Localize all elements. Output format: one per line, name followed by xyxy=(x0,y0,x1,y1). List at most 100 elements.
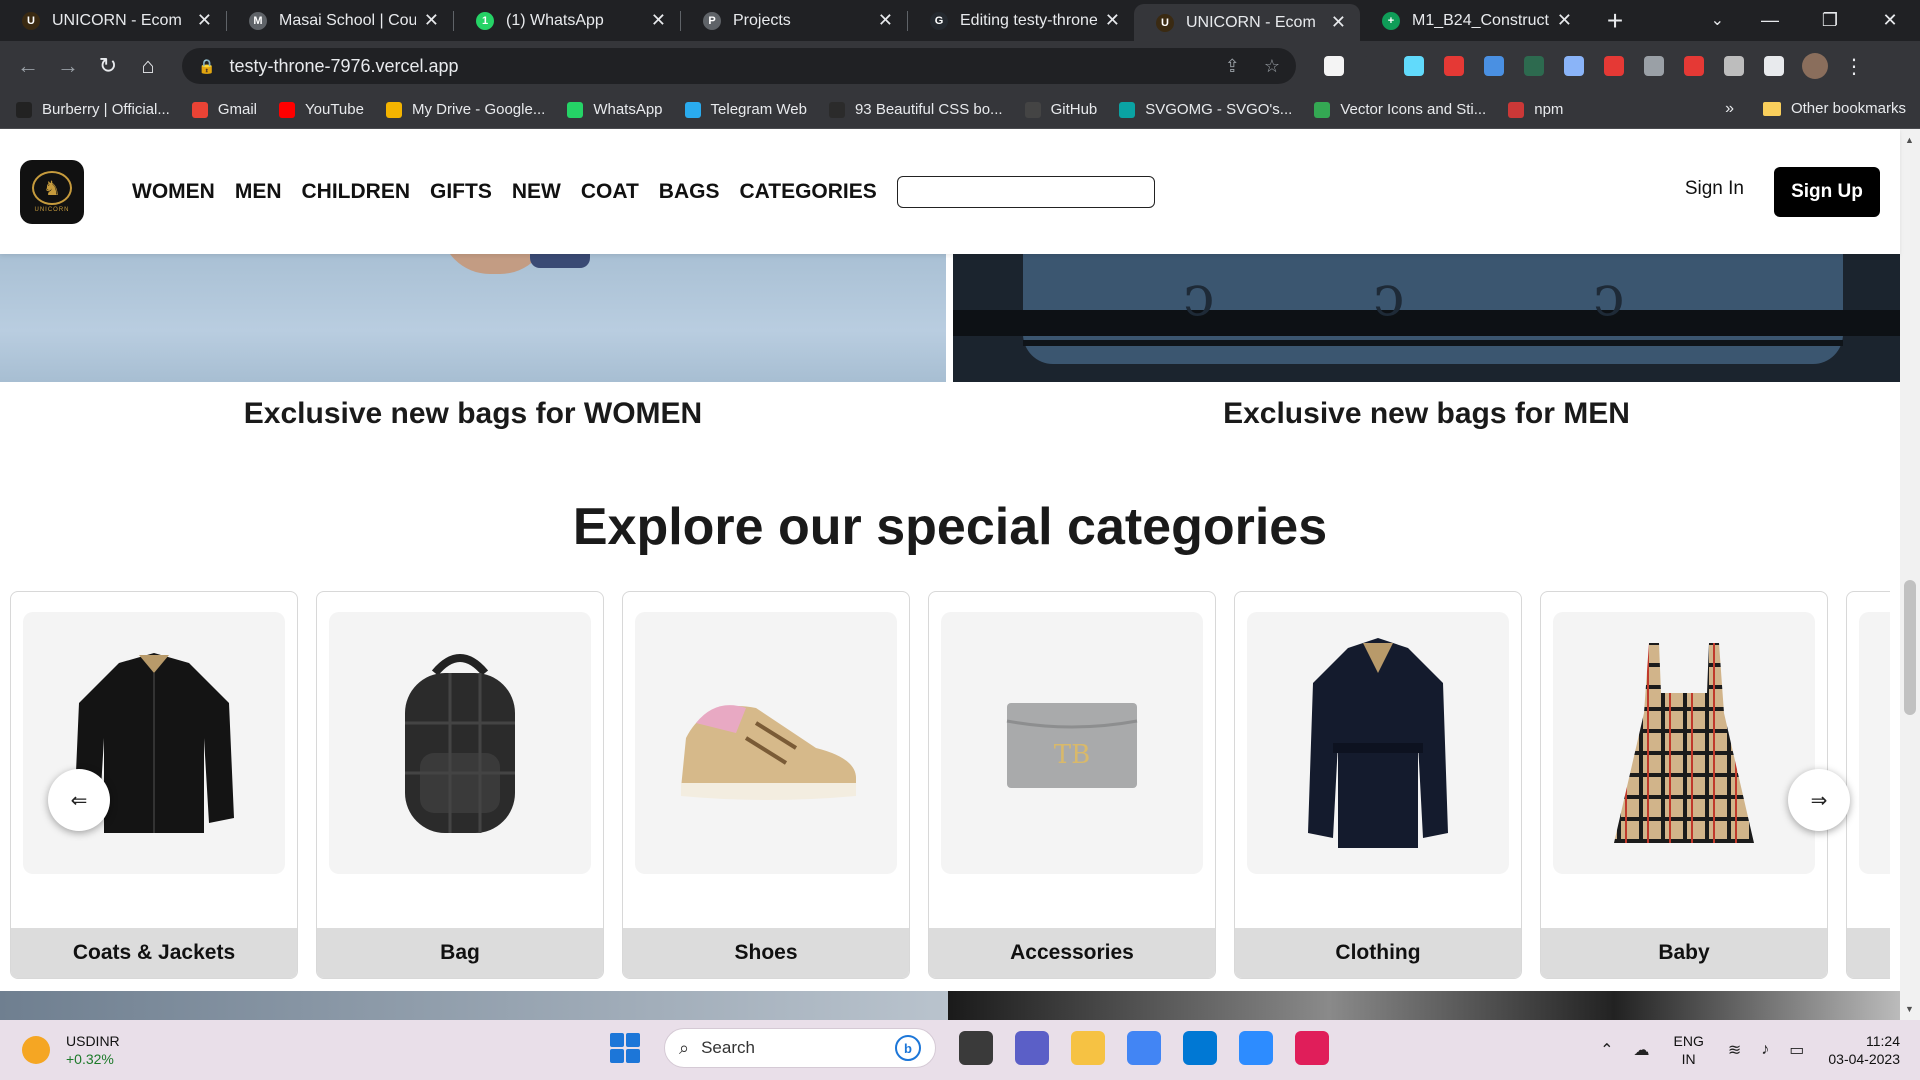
site-search-input[interactable] xyxy=(896,175,1155,208)
bookmark-item[interactable]: Vector Icons and Sti... xyxy=(1314,101,1486,118)
extension-icon[interactable] xyxy=(1484,56,1504,76)
extension-icon[interactable] xyxy=(1444,56,1464,76)
bookmark-item[interactable]: YouTube xyxy=(279,101,364,118)
women-bags-banner-image[interactable] xyxy=(0,254,946,382)
tab-close-icon[interactable]: ✕ xyxy=(1557,10,1572,31)
extension-icon[interactable] xyxy=(1604,56,1624,76)
bing-icon[interactable]: b xyxy=(895,1035,921,1061)
extension-icon[interactable] xyxy=(1644,56,1664,76)
men-banner-caption[interactable]: Exclusive new bags for MEN xyxy=(953,397,1900,431)
category-card-card-holder[interactable]: TB Accessories xyxy=(928,591,1216,979)
language-indicator[interactable]: ENG IN xyxy=(1674,1032,1704,1068)
bookmark-item[interactable]: GitHub xyxy=(1024,101,1097,118)
category-card-label[interactable]: Shoes xyxy=(623,928,909,978)
slack-icon[interactable] xyxy=(1295,1031,1329,1065)
share-icon[interactable]: ⇪ xyxy=(1225,56,1240,77)
volume-icon[interactable]: ♪ xyxy=(1761,1041,1769,1059)
profile-avatar[interactable] xyxy=(1802,53,1828,79)
bookmark-item[interactable]: 93 Beautiful CSS bo... xyxy=(828,101,1003,118)
tab-close-icon[interactable]: ✕ xyxy=(651,10,666,31)
page-scrollbar[interactable]: ▲ ▼ xyxy=(1900,129,1920,1020)
category-card-backpack[interactable]: Bag xyxy=(316,591,604,979)
site-logo[interactable]: ♞ UNICORN xyxy=(20,159,84,224)
onedrive-cloud-icon[interactable]: ☁ xyxy=(1634,1040,1650,1060)
close-window-icon[interactable]: ✕ xyxy=(1860,10,1920,31)
carousel-next-button[interactable]: ⇒ xyxy=(1788,769,1850,831)
nav-link-coat[interactable]: COAT xyxy=(581,180,639,204)
extension-icon[interactable] xyxy=(1324,56,1344,76)
category-card-label[interactable]: Baby xyxy=(1541,928,1827,978)
browser-tab[interactable]: + M1_B24_Construct-W ✕ xyxy=(1360,0,1586,41)
nav-link-women[interactable]: WOMEN xyxy=(132,180,215,204)
tab-close-icon[interactable]: ✕ xyxy=(878,10,893,31)
other-bookmarks[interactable]: Other bookmarks xyxy=(1762,100,1906,117)
zoom-icon[interactable] xyxy=(1239,1031,1273,1065)
bookmark-item[interactable]: My Drive - Google... xyxy=(385,101,545,118)
category-card-check-dress[interactable]: Baby xyxy=(1540,591,1828,979)
check-dress-product-image[interactable] xyxy=(1553,612,1815,874)
women-banner-caption[interactable]: Exclusive new bags for WOMEN xyxy=(0,397,946,431)
extension-icon[interactable] xyxy=(1364,56,1384,76)
category-card-sneaker[interactable]: Shoes xyxy=(622,591,910,979)
category-card-label[interactable] xyxy=(1847,928,1890,978)
browser-tab[interactable]: M Masai School | Course ✕ xyxy=(227,0,453,41)
folder-icon[interactable] xyxy=(1071,1031,1105,1065)
bookmark-item[interactable]: Burberry | Official... xyxy=(16,101,170,118)
clock[interactable]: 11:24 03-04-2023 xyxy=(1828,1032,1900,1068)
restore-icon[interactable]: ❐ xyxy=(1800,10,1860,31)
chrome-icon[interactable] xyxy=(1127,1031,1161,1065)
nav-link-gifts[interactable]: GIFTS xyxy=(430,180,492,204)
tab-close-icon[interactable]: ✕ xyxy=(1105,10,1120,31)
tab-close-icon[interactable]: ✕ xyxy=(197,10,212,31)
jacket-product-image[interactable] xyxy=(23,612,285,874)
trench-coat-product-image[interactable] xyxy=(1247,612,1509,874)
sign-up-button[interactable]: Sign Up xyxy=(1774,167,1880,217)
bookmark-star-icon[interactable]: ☆ xyxy=(1264,56,1280,77)
backpack-product-image[interactable] xyxy=(329,612,591,874)
minimize-icon[interactable]: — xyxy=(1740,10,1800,31)
extension-icon[interactable] xyxy=(1684,56,1704,76)
men-bags-banner-image[interactable]: ↄ ↄ ↄ xyxy=(953,254,1900,382)
tab-close-icon[interactable]: ✕ xyxy=(1331,12,1346,33)
bookmark-item[interactable]: WhatsApp xyxy=(567,101,663,118)
browser-tab[interactable]: G Editing testy-throne-7 ✕ xyxy=(908,0,1134,41)
nav-link-new[interactable]: NEW xyxy=(512,180,561,204)
extension-icon[interactable] xyxy=(1564,56,1584,76)
category-card-label[interactable]: Coats & Jackets xyxy=(11,928,297,978)
teams-chat-icon[interactable] xyxy=(1015,1031,1049,1065)
browser-tab[interactable]: U UNICORN - Ecom ✕ xyxy=(1134,4,1360,41)
battery-icon[interactable]: ▭ xyxy=(1789,1040,1804,1060)
wifi-icon[interactable]: ≋ xyxy=(1728,1040,1741,1060)
sneaker-product-image[interactable] xyxy=(635,612,897,874)
carousel-prev-button[interactable]: ⇐ xyxy=(48,769,110,831)
nav-link-categories[interactable]: CATEGORIES xyxy=(739,180,876,204)
browser-tab[interactable]: U UNICORN - Ecom ✕ xyxy=(0,0,226,41)
tab-search-chevron-icon[interactable]: ⌄ xyxy=(1711,10,1724,30)
browser-tab[interactable]: P Projects ✕ xyxy=(681,0,907,41)
taskbar-search-box[interactable]: ⌕ Search b xyxy=(664,1028,936,1068)
more-bookmarks-chevron-icon[interactable]: » xyxy=(1725,100,1734,118)
nav-link-bags[interactable]: BAGS xyxy=(659,180,720,204)
address-bar[interactable]: 🔒 testy-throne-7976.vercel.app ⇪ ☆ xyxy=(182,48,1296,84)
category-card-label[interactable]: Bag xyxy=(317,928,603,978)
vscode-icon[interactable] xyxy=(1183,1031,1217,1065)
tab-close-icon[interactable]: ✕ xyxy=(424,10,439,31)
extension-icon[interactable] xyxy=(1724,56,1744,76)
nav-link-men[interactable]: MEN xyxy=(235,180,282,204)
home-button[interactable]: ⌂ xyxy=(128,53,168,79)
scrollbar-thumb[interactable] xyxy=(1904,580,1916,715)
tray-overflow-chevron-icon[interactable]: ⌃ xyxy=(1600,1040,1613,1060)
sign-in-link[interactable]: Sign In xyxy=(1685,178,1744,200)
card-holder-product-image[interactable]: TB xyxy=(941,612,1203,874)
category-card-partial[interactable] xyxy=(1846,591,1890,979)
stock-widget[interactable]: USDINR +0.32% xyxy=(22,1032,120,1068)
extension-icon[interactable] xyxy=(1404,56,1424,76)
bookmark-item[interactable]: Telegram Web xyxy=(684,101,807,118)
browser-tab[interactable]: 1 (1) WhatsApp ✕ xyxy=(454,0,680,41)
back-button[interactable]: ← xyxy=(8,53,48,79)
next-banner-left-image[interactable] xyxy=(0,991,948,1020)
bookmark-item[interactable]: SVGOMG - SVGO's... xyxy=(1119,101,1292,118)
bookmark-item[interactable]: Gmail xyxy=(191,101,257,118)
category-card-label[interactable]: Clothing xyxy=(1235,928,1521,978)
scroll-down-arrow-icon[interactable]: ▼ xyxy=(1905,1004,1914,1014)
